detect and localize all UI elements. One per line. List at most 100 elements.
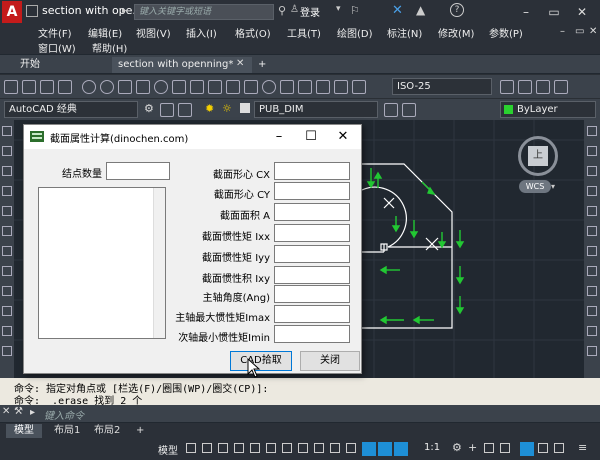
dim-aligned-icon[interactable] [334,80,348,94]
list-scrollbar[interactable] [153,188,165,338]
tab-start[interactable]: 开始 [14,57,110,73]
strip-tool-icon[interactable] [2,346,12,356]
cad-pick-button[interactable]: CAD拾取 [230,351,292,371]
mleader-style-icon[interactable] [536,80,550,94]
dim-style-icon[interactable] [352,80,366,94]
strip-tool-icon[interactable] [2,166,12,176]
line-icon[interactable] [4,80,18,94]
polygon-icon[interactable] [58,80,72,94]
dim-icon[interactable] [262,80,276,94]
binoculars-icon[interactable]: ⚲ [278,4,286,17]
menu-item-view[interactable]: 视图(V) [136,25,171,40]
strip-tool-icon[interactable] [587,286,597,296]
strip-tool-icon[interactable] [2,226,12,236]
make-block-icon[interactable] [190,80,204,94]
layer-select[interactable]: PUB_DIM [254,101,378,118]
customize-icon[interactable]: ≡ [578,441,587,454]
menu-item-window[interactable]: 窗口(W) [38,40,76,55]
snap-icon[interactable] [202,443,212,453]
osnap-icon[interactable] [282,443,292,453]
wcs-dropdown-icon[interactable]: ▾ [551,182,555,191]
close-button[interactable]: 关闭 [300,351,360,371]
model-space-toggle[interactable]: 模型 [158,442,178,457]
close-command-icon[interactable]: ✕ [2,406,10,417]
command-input[interactable]: 键入命令 [44,407,84,422]
menu-item-dimension[interactable]: 标注(N) [387,25,422,40]
strip-tool-icon[interactable] [2,126,12,136]
hardware-acceleration-icon[interactable] [538,443,548,453]
selection-cycling-icon[interactable] [330,443,340,453]
login-button[interactable]: 登录 [300,4,320,19]
strip-tool-icon[interactable] [2,186,12,196]
multileader-icon[interactable] [500,80,514,94]
polar-icon[interactable] [234,443,244,453]
strip-tool-icon[interactable] [587,166,597,176]
strip-tool-icon[interactable] [587,346,597,356]
circle-icon[interactable] [82,80,96,94]
table-style-icon[interactable] [518,80,532,94]
wcs-menu[interactable]: WCS [519,180,551,193]
lightbulb-icon[interactable]: ✹ [205,102,214,115]
lineweight-icon[interactable] [298,443,308,453]
menu-item-format[interactable]: 格式(O) [235,25,271,40]
strip-tool-icon[interactable] [587,126,597,136]
field-ixx[interactable] [274,224,350,242]
units-icon[interactable] [484,443,494,453]
strip-tool-icon[interactable] [587,326,597,336]
transparency-icon[interactable] [314,443,324,453]
help-icon[interactable]: ? [450,3,464,17]
strip-tool-icon[interactable] [2,306,12,316]
menu-item-file[interactable]: 文件(F) [38,25,72,40]
menu-item-insert[interactable]: 插入(I) [186,25,217,40]
hatch-icon[interactable] [208,80,222,94]
strip-tool-icon[interactable] [2,206,12,216]
wrench-icon[interactable]: ⚒ [14,406,23,417]
menu-restore-button[interactable]: ▭ [575,26,584,37]
tab-drawing[interactable]: section with openning* [112,57,252,73]
menu-item-edit[interactable]: 编辑(E) [88,25,122,40]
ortho-icon[interactable] [218,443,228,453]
strip-tool-icon[interactable] [587,246,597,256]
menu-item-draw[interactable]: 绘图(D) [337,25,373,40]
strip-tool-icon[interactable] [2,246,12,256]
menu-item-parameters[interactable]: 参数(P) [489,25,523,40]
gear-icon[interactable]: ⚙ [144,102,154,115]
strip-tool-icon[interactable] [587,266,597,276]
layer-previous-icon[interactable] [402,103,416,117]
insert-block-icon[interactable] [172,80,186,94]
strip-tool-icon[interactable] [2,326,12,336]
annotation-scale-icon[interactable] [394,442,408,456]
annotation-scale[interactable]: 1:1 [424,442,440,453]
mtext-icon[interactable] [280,80,294,94]
strip-tool-icon[interactable] [2,146,12,156]
new-tab-button[interactable]: + [252,57,272,73]
minimize-button[interactable]: – [512,2,540,22]
field-ixy[interactable] [274,266,350,284]
search-input[interactable]: 键入关键字或短语 [134,4,274,20]
make-current-layer-icon[interactable] [384,103,398,117]
quick-properties-icon[interactable] [500,443,510,453]
exchange-icon[interactable]: ✕ [392,3,403,18]
search-expand-icon[interactable]: ▸ [122,6,127,16]
menu-close-button[interactable]: ✕ [589,26,597,37]
isodraft-icon[interactable] [250,443,260,453]
tab-layout1[interactable]: 布局1 [46,424,88,438]
a360-icon[interactable]: ▲ [416,3,425,17]
strip-tool-icon[interactable] [2,286,12,296]
viewcube-top-face[interactable]: 上 [528,146,548,166]
node-list[interactable] [38,187,166,339]
tab-layout2[interactable]: 布局2 [86,424,128,438]
quick-access-icon[interactable] [26,5,38,17]
dialog-title-bar[interactable]: 截面属性计算(dinochen.com) – ☐ ✕ [24,125,361,149]
strip-tool-icon[interactable] [587,146,597,156]
add-icon[interactable]: + [468,441,477,454]
node-count-field[interactable] [106,162,170,180]
menu-item-tools[interactable]: 工具(T) [287,25,321,40]
clean-screen-icon[interactable] [554,443,564,453]
strip-tool-icon[interactable] [587,226,597,236]
text-style-icon[interactable] [298,80,312,94]
grid-icon[interactable] [186,443,196,453]
otrack-icon[interactable] [266,443,276,453]
rectangle-icon[interactable] [118,80,132,94]
field-iyy[interactable] [274,245,350,263]
